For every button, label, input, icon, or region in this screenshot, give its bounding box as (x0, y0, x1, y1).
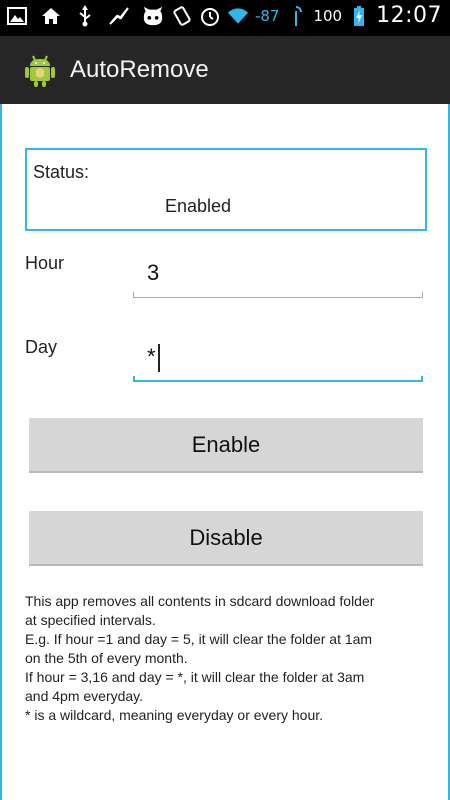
description-line: on the 5th of every month. (25, 650, 188, 666)
status-panel: Status: Enabled (25, 148, 427, 231)
description-line: This app removes all contents in sdcard … (25, 593, 375, 609)
wifi-icon (227, 5, 249, 27)
description-line: and 4pm everyday. (25, 688, 144, 704)
main-content: Status: Enabled Hour 3 Day * Enable Disa… (0, 104, 450, 800)
day-label: Day (25, 337, 58, 357)
alarm-icon (199, 5, 221, 27)
status-label: Status: (33, 162, 90, 182)
signal-icon (285, 5, 307, 27)
description-line: E.g. If hour =1 and day = 5, it will cle… (25, 631, 373, 647)
android-icon (22, 52, 58, 88)
description-text: This app removes all contents in sdcard … (25, 592, 435, 725)
app-title: AutoRemove (70, 56, 209, 83)
description-line: * is a wildcard, meaning everyday or eve… (25, 707, 324, 723)
home-icon (40, 5, 62, 27)
status-value: Enabled (165, 196, 232, 216)
day-input-value: * (147, 344, 156, 369)
usb-icon (74, 5, 96, 27)
action-bar: AutoRemove (0, 36, 450, 107)
disable-button[interactable]: Disable (29, 511, 423, 566)
signal-strength-text: -87 (254, 6, 280, 25)
hour-label: Hour (25, 253, 65, 273)
description-line: at specified intervals. (25, 612, 156, 628)
gallery-icon (6, 5, 28, 27)
cyanogenmod-icon (142, 5, 164, 27)
battery-charging-icon (348, 5, 370, 27)
text-cursor (157, 344, 160, 373)
vibrate-icon (171, 5, 193, 27)
clock: 12:07 (376, 3, 442, 28)
debug-icon (108, 5, 130, 27)
hour-input[interactable]: 3 (133, 256, 423, 298)
description-line: If hour = 3,16 and day = *, it will clea… (25, 669, 365, 685)
status-bar: -87 100 12:07 (0, 0, 450, 36)
day-input[interactable]: * (133, 340, 423, 382)
hour-input-value: 3 (147, 260, 160, 285)
enable-button[interactable]: Enable (29, 418, 423, 473)
battery-percent-text: 100 (313, 6, 343, 25)
